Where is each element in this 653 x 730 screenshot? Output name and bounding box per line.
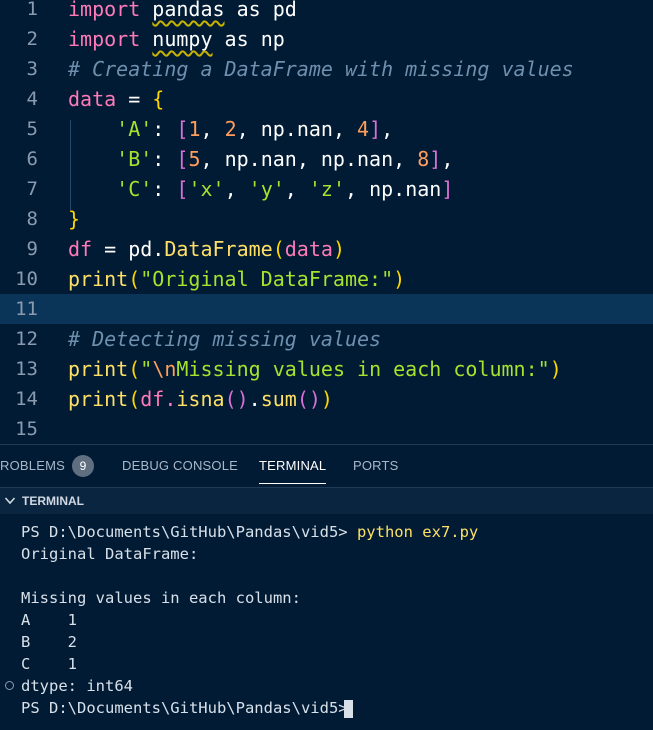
code-line-2[interactable]: 2 import numpy as np xyxy=(0,24,653,54)
line-number: 8 xyxy=(26,208,38,230)
code-text[interactable]: import pandas as pd xyxy=(68,0,297,24)
line-number: 10 xyxy=(15,268,38,290)
line-number: 12 xyxy=(15,328,38,350)
command-decoration-dot-icon[interactable] xyxy=(5,681,14,690)
code-line-9[interactable]: 9 df = pd.DataFrame(data) xyxy=(0,234,653,264)
prompt: PS D:\Documents\GitHub\Pandas\vid5> xyxy=(21,699,357,717)
code-text[interactable]: 'B': [5, np.nan, np.nan, 8], xyxy=(68,144,453,174)
terminal-line: Original DataFrame: xyxy=(21,545,199,563)
line-number: 1 xyxy=(26,0,38,20)
section-title: TERMINAL xyxy=(22,494,84,508)
terminal-cursor xyxy=(344,700,353,718)
command: python ex7.py xyxy=(356,523,479,541)
code-line-15[interactable]: 15 xyxy=(0,414,653,444)
line-number: 15 xyxy=(15,418,38,440)
bottom-panel: ROBLEMS 9 DEBUG CONSOLE TERMINAL PORTS T… xyxy=(0,444,653,730)
code-text[interactable]: import numpy as np xyxy=(68,24,285,54)
code-line-13[interactable]: 13 print("\nMissing values in each colum… xyxy=(0,354,653,384)
code-line-6[interactable]: 6 'B': [5, np.nan, np.nan, 8], xyxy=(0,144,653,174)
code-line-10[interactable]: 10 print("Original DataFrame:") xyxy=(0,264,653,294)
code-line-8[interactable]: 8 } xyxy=(0,204,653,234)
line-number: 5 xyxy=(26,118,38,140)
code-text[interactable]: df = pd.DataFrame(data) xyxy=(68,234,345,264)
tab-ports[interactable]: PORTS xyxy=(353,445,399,487)
line-number: 9 xyxy=(26,238,38,260)
panel-tabs: ROBLEMS 9 DEBUG CONSOLE TERMINAL PORTS xyxy=(0,445,653,487)
terminal-section-header[interactable]: TERMINAL xyxy=(0,487,653,514)
problems-count-badge: 9 xyxy=(72,455,94,477)
line-number: 2 xyxy=(26,28,38,50)
code-text[interactable]: print("\nMissing values in each column:"… xyxy=(68,354,562,384)
code-line-7[interactable]: 7 'C': ['x', 'y', 'z', np.nan] xyxy=(0,174,653,204)
code-line-14[interactable]: 14 print(df.isna().sum()) xyxy=(0,384,653,414)
tab-problems[interactable]: ROBLEMS xyxy=(0,445,65,487)
code-line-11-current[interactable]: 11 xyxy=(0,294,653,324)
terminal-line: dtype: int64 xyxy=(21,677,133,695)
terminal-output[interactable]: PS D:\Documents\GitHub\Pandas\vid5> pyth… xyxy=(0,515,653,730)
code-line-5[interactable]: 5 'A': [1, 2, np.nan, 4], xyxy=(0,114,653,144)
line-number: 4 xyxy=(26,88,38,110)
code-comment[interactable]: # Creating a DataFrame with missing valu… xyxy=(68,54,574,84)
line-number: 13 xyxy=(15,358,38,380)
code-editor[interactable]: 1 import pandas as pd 2 import numpy as … xyxy=(0,0,653,444)
code-text[interactable]: 'C': ['x', 'y', 'z', np.nan] xyxy=(68,174,453,204)
code-line-12[interactable]: 12 # Detecting missing values xyxy=(0,324,653,354)
terminal-prompt-line: PS D:\Documents\GitHub\Pandas\vid5> xyxy=(21,697,357,719)
code-text[interactable]: data = { xyxy=(68,84,164,114)
code-text[interactable]: print(df.isna().sum()) xyxy=(68,384,333,414)
line-number: 6 xyxy=(26,148,38,170)
terminal-line: A 1 xyxy=(21,611,77,629)
code-line-4[interactable]: 4 data = { xyxy=(0,84,653,114)
terminal-command-line: PS D:\Documents\GitHub\Pandas\vid5> pyth… xyxy=(21,521,478,543)
tab-debug-console[interactable]: DEBUG CONSOLE xyxy=(122,445,238,487)
terminal-line: B 2 xyxy=(21,633,77,651)
prompt: PS D:\Documents\GitHub\Pandas\vid5> xyxy=(21,523,357,541)
code-text[interactable]: print("Original DataFrame:") xyxy=(68,264,405,294)
terminal-line: Missing values in each column: xyxy=(21,589,301,607)
line-number: 3 xyxy=(26,58,38,80)
line-number: 7 xyxy=(26,178,38,200)
code-text[interactable]: 'A': [1, 2, np.nan, 4], xyxy=(68,114,393,144)
code-text[interactable]: } xyxy=(68,204,80,234)
code-line-3[interactable]: 3 # Creating a DataFrame with missing va… xyxy=(0,54,653,84)
code-line-1[interactable]: 1 import pandas as pd xyxy=(0,0,653,24)
terminal-line: C 1 xyxy=(21,655,77,673)
line-number: 11 xyxy=(15,298,38,320)
tab-terminal[interactable]: TERMINAL xyxy=(259,445,327,484)
line-number: 14 xyxy=(15,388,38,410)
code-comment[interactable]: # Detecting missing values xyxy=(68,324,381,354)
